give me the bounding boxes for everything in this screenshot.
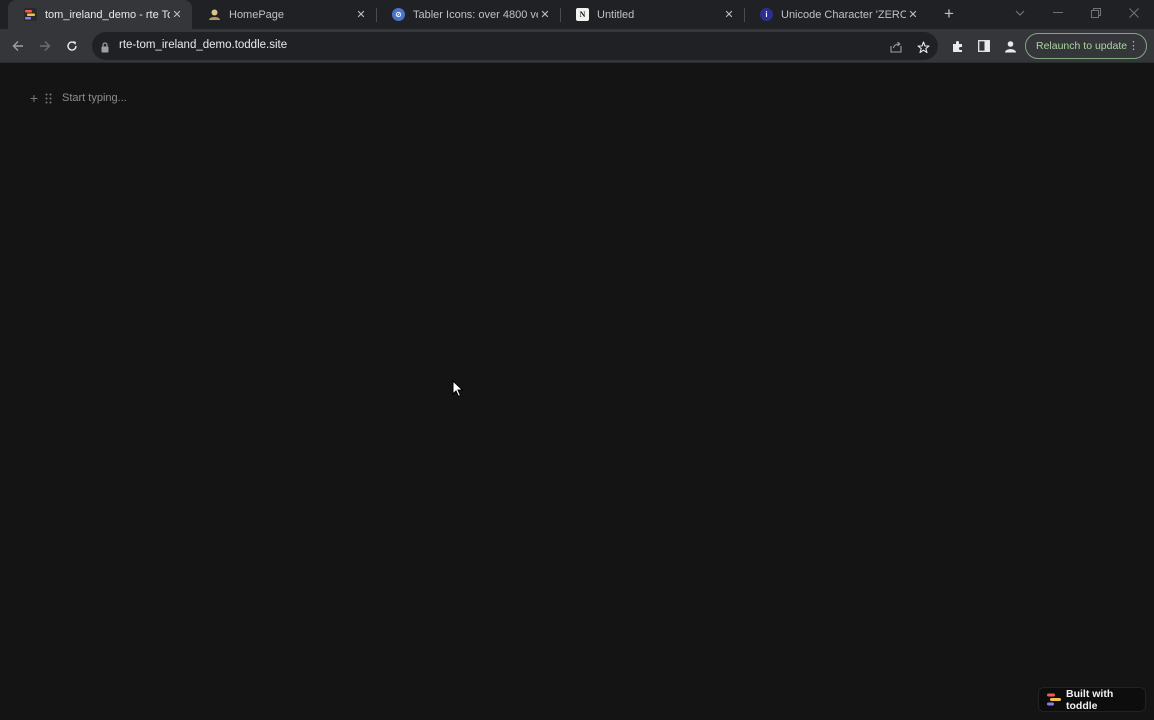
mouse-pointer-icon [452,379,464,403]
editor-placeholder[interactable]: Start typing... [62,92,127,104]
tab-title: Untitled [597,8,635,21]
tab-unicode-character[interactable]: i Unicode Character 'ZERO Wi ✕ [744,0,928,29]
relaunch-to-update-button[interactable]: Relaunch to update ⋮ [1025,33,1147,59]
editor-block[interactable]: + Start typing... [28,90,127,106]
profile-avatar-icon[interactable] [1002,38,1018,54]
user-favicon-icon [208,8,221,21]
drag-handle-icon[interactable] [43,91,53,105]
notion-favicon-icon: N [576,8,589,21]
back-arrow-icon[interactable] [8,36,28,56]
add-block-plus-icon[interactable]: + [28,90,40,106]
tab-untitled[interactable]: N Untitled ✕ [560,0,744,29]
close-tab-icon[interactable]: ✕ [722,8,736,22]
side-panel-icon[interactable] [976,38,992,54]
bookmark-star-icon[interactable] [915,39,931,55]
tab-homepage[interactable]: HomePage ✕ [192,0,376,29]
tab-title: Tabler Icons: over 4800 vecto [413,8,538,21]
page-content: + Start typing... Built with toddle [0,64,1154,720]
url-text[interactable]: rte-tom_ireland_demo.toddle.site [119,39,287,51]
built-with-toddle-badge[interactable]: Built with toddle [1038,687,1146,712]
tabler-favicon-icon: ⊘ [392,8,405,21]
close-tab-icon[interactable]: ✕ [354,8,368,22]
tab-strip: tom_ireland_demo - rte Tod ✕ HomePage ✕ … [0,0,1154,29]
more-menu-icon[interactable]: ⋮ [1128,39,1139,53]
close-tab-icon[interactable]: ✕ [538,8,552,22]
tab-toddle-demo[interactable]: tom_ireland_demo - rte Tod ✕ [8,0,192,29]
close-tab-icon[interactable]: ✕ [906,8,920,22]
address-bar[interactable]: rte-tom_ireland_demo.toddle.site [92,32,938,60]
share-icon[interactable] [888,39,904,55]
info-favicon-icon: i [760,8,773,21]
lock-icon[interactable] [101,40,109,58]
reload-icon[interactable] [62,36,82,56]
close-window-icon[interactable] [1124,4,1144,22]
toddle-logo-icon [1047,693,1061,706]
badge-label: Built with toddle [1066,687,1114,712]
tab-title: HomePage [229,8,285,21]
relaunch-label: Relaunch to update [1036,40,1128,52]
tab-search-chevron-icon[interactable] [1010,4,1030,22]
new-tab-plus-icon[interactable]: + [940,4,958,24]
forward-arrow-icon[interactable] [35,36,55,56]
tab-tabler-icons[interactable]: ⊘ Tabler Icons: over 4800 vecto ✕ [376,0,560,29]
close-tab-icon[interactable]: ✕ [170,8,184,22]
tab-title: tom_ireland_demo - rte Tod [45,8,170,21]
restore-icon[interactable] [1086,4,1106,22]
minimize-icon[interactable] [1048,4,1068,22]
extensions-puzzle-icon[interactable] [949,38,965,54]
toddle-favicon-icon [24,8,37,21]
browser-toolbar: rte-tom_ireland_demo.toddle.site Relaunc… [0,29,1154,63]
tab-title: Unicode Character 'ZERO Wi [781,8,906,21]
